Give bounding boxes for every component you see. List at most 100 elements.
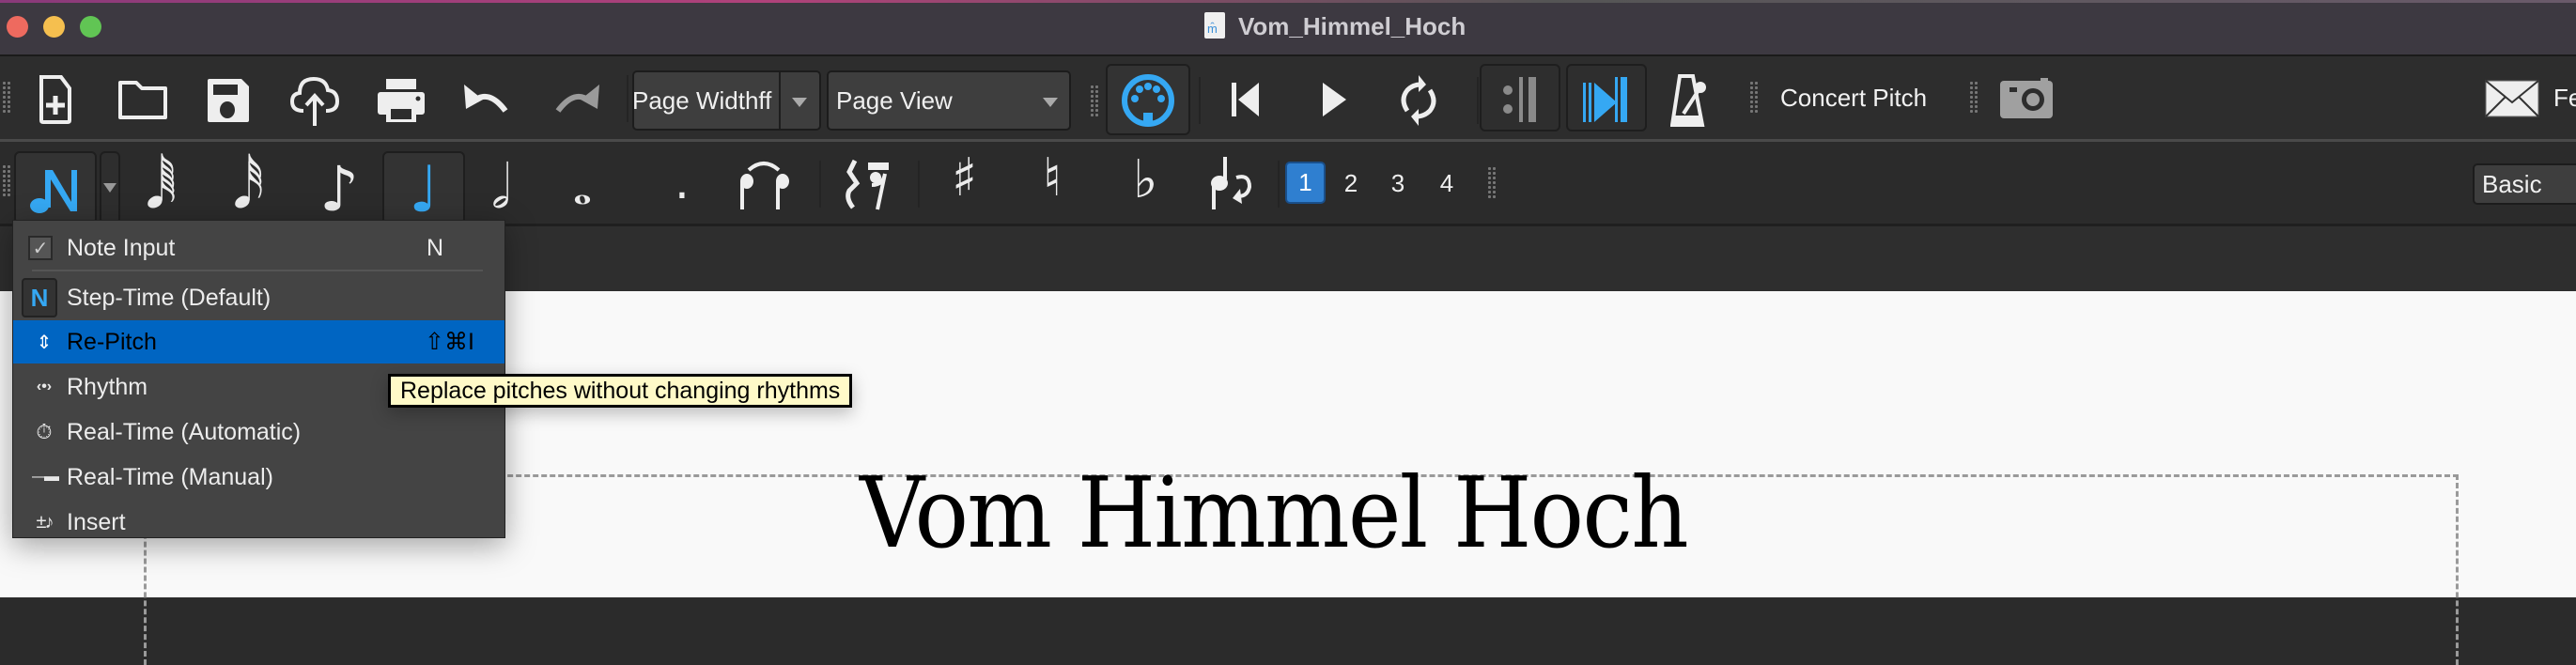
pan-score-button[interactable] — [1566, 64, 1647, 131]
note-input-mode-button[interactable] — [14, 151, 97, 224]
menu-item-real-time-automatic[interactable]: ⏱ Real-Time (Automatic) — [13, 410, 504, 454]
print-button[interactable] — [376, 77, 427, 124]
play-icon — [1323, 83, 1346, 116]
step-time-note-icon — [30, 170, 77, 213]
note-input-dropdown-button[interactable] — [100, 151, 120, 224]
checkbox-checked-icon: ✓ — [28, 236, 53, 260]
augmentation-dot-button[interactable]: . — [675, 155, 690, 209]
upload-button[interactable] — [287, 73, 342, 128]
envelope-icon — [2485, 80, 2539, 117]
natural-button[interactable]: ♮ — [1043, 147, 1062, 209]
toolbar-separator — [918, 161, 920, 208]
zoom-window-button[interactable] — [80, 16, 101, 38]
score-title[interactable]: Vom Himmel Hoch — [860, 456, 1689, 570]
menu-divider — [32, 270, 483, 271]
chevron-down-icon — [1043, 98, 1058, 107]
combo-divider — [779, 72, 781, 129]
midi-input-button[interactable] — [1106, 64, 1190, 135]
menu-item-note-input[interactable]: ✓ Note Input N — [13, 226, 504, 270]
loop-button[interactable] — [1395, 73, 1442, 128]
menu-item-insert[interactable]: ±♪ Insert — [13, 501, 504, 544]
menu-item-label: Real-Time (Manual) — [67, 463, 273, 490]
toolbar-separator — [1477, 77, 1479, 124]
concert-pitch-toggle[interactable]: Concert Pitch — [1780, 84, 1927, 113]
feedback-button[interactable] — [2485, 80, 2539, 117]
menu-item-real-time-manual[interactable]: —▬ Real-Time (Manual) — [13, 456, 504, 499]
menu-item-label: Step-Time (Default) — [67, 284, 272, 311]
duration-32nd-button[interactable]: 𝅘𝅥𝅰 — [233, 153, 264, 223]
sharp-button[interactable]: ♯ — [952, 147, 977, 209]
redo-icon — [555, 85, 599, 113]
re-pitch-icon: ⇕ — [36, 332, 53, 353]
document-icon: m̂ — [1204, 12, 1225, 39]
toolbar-separator — [627, 75, 628, 122]
title-bar: m̂ Vom_Himmel_Hoch — [0, 0, 2576, 56]
toolbar-grip[interactable] — [1487, 166, 1497, 200]
duration-eighth-button[interactable]: ♪ — [319, 153, 359, 225]
play-repeats-button[interactable] — [1480, 64, 1560, 131]
pan-score-icon — [1583, 77, 1627, 122]
toolbar-grip[interactable] — [1969, 81, 1979, 115]
stopwatch-icon: ⏱ — [36, 420, 53, 443]
workspace-combo[interactable]: Basic — [2473, 163, 2576, 205]
image-capture-button[interactable] — [1999, 77, 2054, 120]
workspace-value: Basic — [2482, 169, 2542, 198]
document-icon-glyph: m̂ — [1207, 22, 1218, 36]
zoom-combo[interactable]: Page Widthff — [632, 70, 821, 131]
voice-1-button[interactable]: 1 — [1285, 162, 1326, 204]
duration-whole-button[interactable]: 𝅝 — [573, 161, 592, 216]
midi-input-icon — [1122, 74, 1174, 127]
menu-item-step-time[interactable]: N Step-Time (Default) — [13, 276, 504, 319]
upload-cloud-icon — [289, 76, 340, 126]
voice-3-button[interactable]: 3 — [1379, 169, 1417, 198]
menu-item-shortcut: ⇧⌘I — [425, 329, 474, 355]
camera-icon — [2000, 78, 2053, 118]
minimize-window-button[interactable] — [43, 16, 65, 38]
rewind-button[interactable] — [1226, 81, 1264, 118]
chevron-down-icon — [103, 183, 116, 193]
toolbar-grip[interactable] — [2, 81, 11, 115]
rewind-icon — [1232, 83, 1259, 116]
insert-note-icon: ±♪ — [36, 511, 54, 533]
menu-item-label: Note Input — [67, 234, 176, 261]
repeat-playback-icon — [1503, 77, 1536, 122]
step-time-icon: N — [22, 278, 57, 317]
note-input-toolbar: 𝅘𝅥𝅱 𝅘𝅥𝅰 ♪ ♩ 𝅗𝅥 𝅝 . ♯ ♮ ♭ 1 2 3 4 Basic — [0, 142, 2576, 227]
menu-item-shortcut: N — [427, 234, 444, 261]
feedback-label[interactable]: Fe — [2553, 84, 2576, 113]
rest-button[interactable] — [841, 157, 893, 211]
tie-icon — [740, 162, 789, 209]
tie-button[interactable] — [735, 157, 797, 211]
open-button[interactable] — [116, 79, 169, 120]
undo-button[interactable] — [462, 79, 515, 120]
menu-item-re-pitch[interactable]: ⇕ Re-Pitch ⇧⌘I — [13, 320, 504, 363]
toolbar-grip[interactable] — [1749, 81, 1759, 115]
new-score-button[interactable] — [33, 75, 78, 124]
tooltip: Replace pitches without changing rhythms — [388, 374, 853, 408]
flat-button[interactable]: ♭ — [1133, 149, 1157, 210]
duration-quarter-button[interactable]: ♩ — [382, 151, 465, 227]
toolbar-separator — [819, 161, 821, 208]
toolbar-grip[interactable] — [1090, 85, 1099, 118]
foot-pedal-icon: —▬ — [32, 469, 59, 485]
duration-half-button[interactable]: 𝅗𝅥 — [491, 153, 510, 223]
close-window-button[interactable] — [7, 16, 28, 38]
undo-icon — [464, 85, 508, 113]
toolbar-grip[interactable] — [2, 164, 11, 198]
toolbar-separator — [1199, 77, 1201, 124]
menu-item-label: Re-Pitch — [67, 328, 157, 355]
metronome-button[interactable] — [1668, 71, 1711, 130]
save-button[interactable] — [205, 77, 252, 124]
voice-4-button[interactable]: 4 — [1428, 169, 1466, 198]
redo-button[interactable] — [549, 79, 601, 120]
play-button[interactable] — [1315, 81, 1353, 118]
voice-2-button[interactable]: 2 — [1332, 169, 1370, 198]
rhythm-icon: ‹•› — [36, 379, 53, 394]
toolbar-separator — [1278, 161, 1280, 208]
file-toolbar: Page Widthff Page View Concert Pitch Fe — [0, 56, 2576, 142]
view-mode-combo[interactable]: Page View — [827, 70, 1071, 131]
window-title: Vom_Himmel_Hoch — [1238, 12, 1466, 40]
flip-direction-button[interactable] — [1207, 155, 1256, 211]
zoom-combo-value: Page Widthff — [632, 85, 772, 115]
duration-64th-button[interactable]: 𝅘𝅥𝅱 — [146, 153, 177, 223]
